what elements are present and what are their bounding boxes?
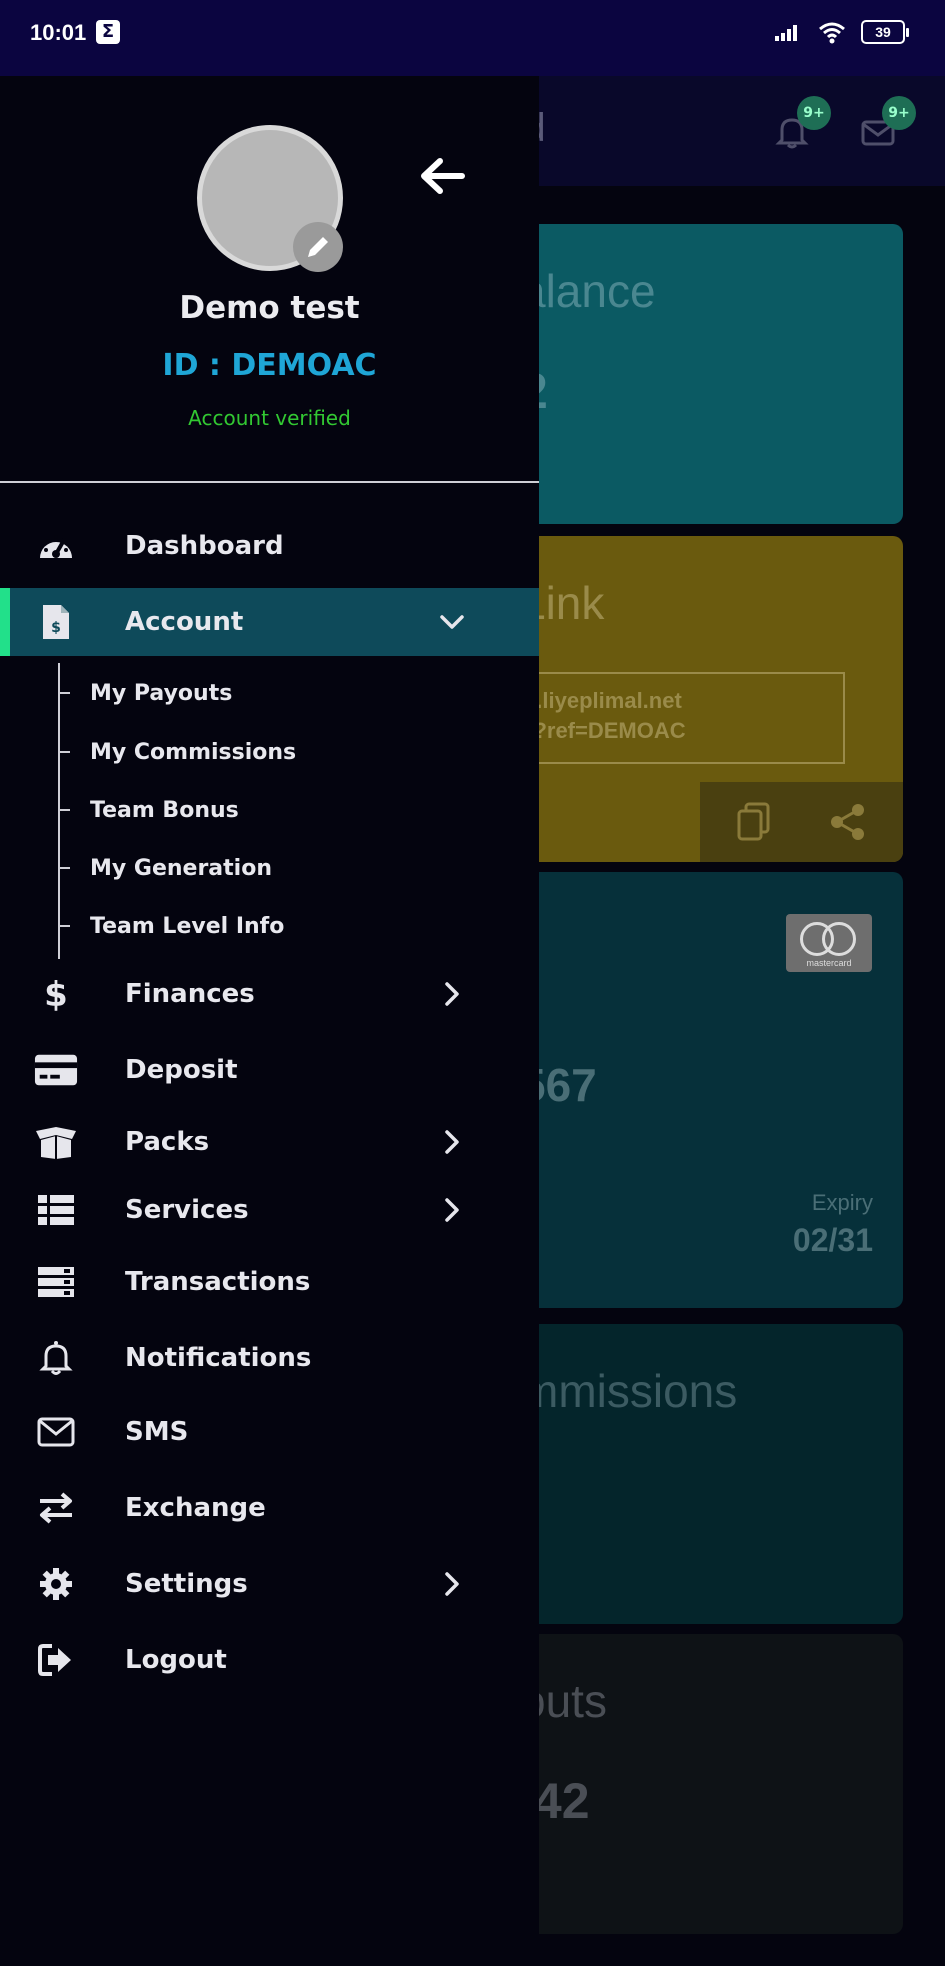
mail-badge: 9+ xyxy=(882,96,916,130)
submenu-item-label: My Generation xyxy=(90,855,272,881)
balance-card[interactable]: alance 2 xyxy=(520,224,903,524)
menu-item-transactions[interactable]: Transactions xyxy=(0,1248,539,1316)
battery-icon: 39 xyxy=(861,20,909,44)
bank-card[interactable]: mastercard 567 Expiry 02/31 xyxy=(520,872,903,1308)
menu-item-label: Transactions xyxy=(125,1267,311,1297)
payouts-card[interactable]: outs .42 xyxy=(520,1634,903,1934)
signal-icon xyxy=(775,25,797,41)
menu-item-packs[interactable]: Packs xyxy=(0,1108,539,1176)
menu-item-label: Exchange xyxy=(125,1493,266,1523)
menu-item-label: Logout xyxy=(125,1645,227,1675)
edit-avatar-button[interactable] xyxy=(293,222,343,272)
menu-item-label: Dashboard xyxy=(125,531,284,561)
expiry-label: Expiry xyxy=(811,1190,873,1215)
menu-item-exchange[interactable]: Exchange xyxy=(0,1474,539,1542)
chevron-down-icon[interactable] xyxy=(437,607,467,637)
menu-item-settings[interactable]: Settings xyxy=(0,1550,539,1618)
commissions-title: mmissions xyxy=(520,1365,738,1417)
menu-item-finances[interactable]: $ Finances xyxy=(0,960,539,1028)
user-name: Demo test xyxy=(179,290,360,326)
menu-item-logout[interactable]: Logout xyxy=(0,1626,539,1694)
share-icon[interactable] xyxy=(828,802,868,842)
tree-branch xyxy=(58,925,70,927)
card-brand: mastercard xyxy=(806,958,852,968)
referral-link-line1: w.liyeplimal.net xyxy=(520,688,682,713)
menu-item-label: SMS xyxy=(125,1417,189,1447)
logout-icon xyxy=(34,1638,78,1682)
tree-branch xyxy=(58,867,70,869)
status-bar: 10:01 Σ 39 xyxy=(0,0,945,76)
sigma-icon: Σ xyxy=(96,20,120,44)
chevron-right-icon[interactable] xyxy=(437,979,467,1009)
pencil-icon xyxy=(308,237,328,257)
referral-link-line2: n?ref=DEMOAC xyxy=(520,718,686,743)
transactions-icon xyxy=(34,1260,78,1304)
back-arrow-icon[interactable] xyxy=(418,156,466,196)
menu-item-deposit[interactable]: Deposit xyxy=(0,1036,539,1104)
notification-badge: 9+ xyxy=(797,96,831,130)
exchange-icon xyxy=(34,1486,78,1530)
menu-item-services[interactable]: Services xyxy=(0,1176,539,1244)
mastercard-logo: mastercard xyxy=(786,914,872,972)
link-actions xyxy=(700,782,903,862)
user-id: ID : DEMOAC xyxy=(162,348,377,383)
menu-item-account[interactable]: $ Account xyxy=(0,588,539,656)
svg-text:$: $ xyxy=(51,620,61,636)
chevron-right-icon[interactable] xyxy=(437,1127,467,1157)
chevron-right-icon[interactable] xyxy=(437,1569,467,1599)
referral-link-box[interactable]: w.liyeplimal.net n?ref=DEMOAC xyxy=(520,672,845,764)
gear-icon xyxy=(34,1562,78,1606)
menu-item-label: Finances xyxy=(125,979,255,1009)
submenu-item-my-generation[interactable]: My Generation xyxy=(58,848,272,888)
menu-item-dashboard[interactable]: Dashboard xyxy=(0,512,539,580)
submenu-item-label: My Commissions xyxy=(90,739,297,765)
credit-card-icon xyxy=(34,1048,78,1092)
dollar-icon: $ xyxy=(34,972,78,1016)
commissions-card[interactable]: mmissions xyxy=(520,1324,903,1624)
status-time: 10:01 xyxy=(30,20,87,45)
submenu-item-label: Team Level Info xyxy=(90,913,285,939)
account-status: Account verified xyxy=(188,406,351,430)
speedometer-icon xyxy=(34,524,78,568)
menu-item-label: Packs xyxy=(125,1127,210,1157)
chevron-right-icon[interactable] xyxy=(437,1195,467,1225)
wifi-icon xyxy=(819,22,845,44)
menu-item-label: Notifications xyxy=(125,1343,312,1373)
referral-link-card[interactable]: Link w.liyeplimal.net n?ref=DEMOAC xyxy=(520,536,903,862)
submenu-item-my-payouts[interactable]: My Payouts xyxy=(58,673,232,713)
bell-icon xyxy=(34,1336,78,1380)
menu-item-notifications[interactable]: Notifications xyxy=(0,1324,539,1392)
active-indicator xyxy=(0,588,10,656)
submenu-item-my-commissions[interactable]: My Commissions xyxy=(58,732,296,772)
menu-item-label: Services xyxy=(125,1195,249,1225)
copy-icon[interactable] xyxy=(736,802,772,842)
menu-item-label: Deposit xyxy=(125,1055,238,1085)
submenu-item-team-level-info[interactable]: Team Level Info xyxy=(58,906,284,946)
submenu-item-label: Team Bonus xyxy=(90,797,239,823)
tree-branch xyxy=(58,809,70,811)
tree-branch xyxy=(58,751,70,753)
menu-item-sms[interactable]: SMS xyxy=(0,1398,539,1466)
divider xyxy=(0,481,539,483)
submenu-item-label: My Payouts xyxy=(90,680,233,706)
box-icon xyxy=(34,1120,78,1164)
tree-branch xyxy=(58,692,70,694)
menu-item-label: Settings xyxy=(125,1569,248,1599)
expiry-value: 02/31 xyxy=(792,1222,873,1258)
envelope-icon xyxy=(34,1410,78,1454)
navigation-drawer: Demo test ID : DEMOAC Account verified D… xyxy=(0,76,539,1966)
list-icon xyxy=(34,1188,78,1232)
submenu-item-team-bonus[interactable]: Team Bonus xyxy=(58,790,239,830)
menu-item-label: Account xyxy=(125,607,244,637)
invoice-icon: $ xyxy=(34,600,78,644)
status-icons: 39 xyxy=(773,18,909,46)
svg-text:$: $ xyxy=(44,975,68,1013)
balance-title: alance xyxy=(520,265,656,317)
